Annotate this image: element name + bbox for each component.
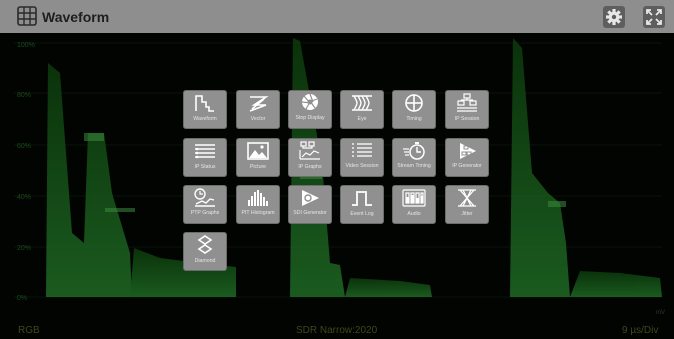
audio-meter-icon <box>402 189 426 207</box>
tile-label: Stream Timing <box>397 163 431 169</box>
pulse-icon <box>352 191 372 206</box>
tile-label: IP Status <box>194 164 216 170</box>
tile-label: Eye <box>357 116 367 122</box>
status-standard: SDR Narrow:2020 <box>296 325 378 336</box>
picture-icon <box>247 142 269 160</box>
tile-video-session[interactable]: Video Session <box>340 138 384 177</box>
tile-timing[interactable]: Timing <box>392 90 436 129</box>
tile-stop-display[interactable]: Stop Display <box>288 90 332 129</box>
graticule-label: 80% <box>17 92 32 99</box>
tile-label: Picture <box>249 164 267 170</box>
ip-graphs-icon <box>299 141 320 160</box>
tile-eye[interactable]: Eye <box>340 90 384 129</box>
status-sweep: 9 µs/Div <box>622 325 659 336</box>
tile-ip-status[interactable]: IP Status <box>183 138 227 177</box>
graticule-label: 100% <box>17 42 35 49</box>
tile-label: PIT Histogram <box>241 210 275 216</box>
histogram-icon <box>248 190 268 206</box>
ptp-graphs-icon <box>194 188 215 207</box>
vector-icon <box>249 96 269 112</box>
tile-label: Audio <box>407 211 421 217</box>
graticule-label: 40% <box>17 194 32 201</box>
tile-label: Vector <box>250 116 266 122</box>
crosshair-icon <box>405 94 423 112</box>
tile-label: IP Session <box>454 116 480 122</box>
graticule-label: 60% <box>17 143 32 150</box>
tile-label: IP Generator <box>452 163 482 169</box>
tile-ip-generator[interactable]: IP Generator <box>445 138 489 177</box>
gear-icon[interactable] <box>603 6 625 28</box>
tile-ip-session[interactable]: IP Session <box>445 90 489 129</box>
tile-audio[interactable]: Audio <box>392 185 436 224</box>
waveform-display <box>0 33 674 339</box>
tile-label: Video Session <box>345 163 379 169</box>
title-bar: Waveform <box>0 0 674 33</box>
tile-label: Event Log <box>350 211 374 217</box>
tile-label: PTP Graphs <box>190 210 220 216</box>
tile-waveform[interactable]: Waveform <box>183 90 227 129</box>
ip-generator-icon <box>460 143 476 159</box>
stream-timing-icon <box>403 142 425 160</box>
tile-jitter[interactable]: Jitter <box>445 185 489 224</box>
tile-ip-graphs[interactable]: IP Graphs <box>288 138 332 177</box>
ip-status-icon <box>195 144 215 159</box>
tile-stream-timing[interactable]: Stream Timing <box>392 138 436 177</box>
tile-sdi-generator[interactable]: SDI Generator <box>288 185 332 224</box>
tile-label: Stop Display <box>295 115 325 121</box>
tile-label: SDI Generator <box>293 210 327 216</box>
tile-label: Waveform <box>193 116 217 122</box>
diamond-icon <box>197 235 213 254</box>
ip-session-icon <box>457 93 477 112</box>
tile-picture[interactable]: Picture <box>236 138 280 177</box>
tile-event-log[interactable]: Event Log <box>340 185 384 224</box>
tile-label: Timing <box>406 116 422 122</box>
window-title: Waveform <box>42 9 110 25</box>
tile-diamond[interactable]: Diamond <box>183 232 227 271</box>
graticule-label: 20% <box>17 245 32 252</box>
waveform-trace <box>14 38 662 298</box>
grid-icon[interactable] <box>17 6 37 26</box>
tile-ptp-graphs[interactable]: PTP Graphs <box>183 185 227 224</box>
status-color-space: RGB <box>18 325 40 336</box>
tile-pit-histogram[interactable]: PIT Histogram <box>236 185 280 224</box>
video-session-icon <box>352 143 372 157</box>
tile-vector[interactable]: Vector <box>236 90 280 129</box>
jitter-icon <box>458 189 476 207</box>
graticule-unit: mV <box>656 310 665 316</box>
eye-pattern-icon <box>352 95 372 111</box>
tile-label: Diamond <box>194 258 216 264</box>
tile-label: Jitter <box>461 211 473 217</box>
aperture-icon <box>301 93 318 110</box>
sdi-generator-icon <box>302 190 319 206</box>
fullscreen-icon[interactable] <box>643 6 665 28</box>
graticule-label: 0% <box>17 295 28 302</box>
tile-label: IP Graphs <box>298 164 322 170</box>
waveform-icon <box>195 95 214 112</box>
